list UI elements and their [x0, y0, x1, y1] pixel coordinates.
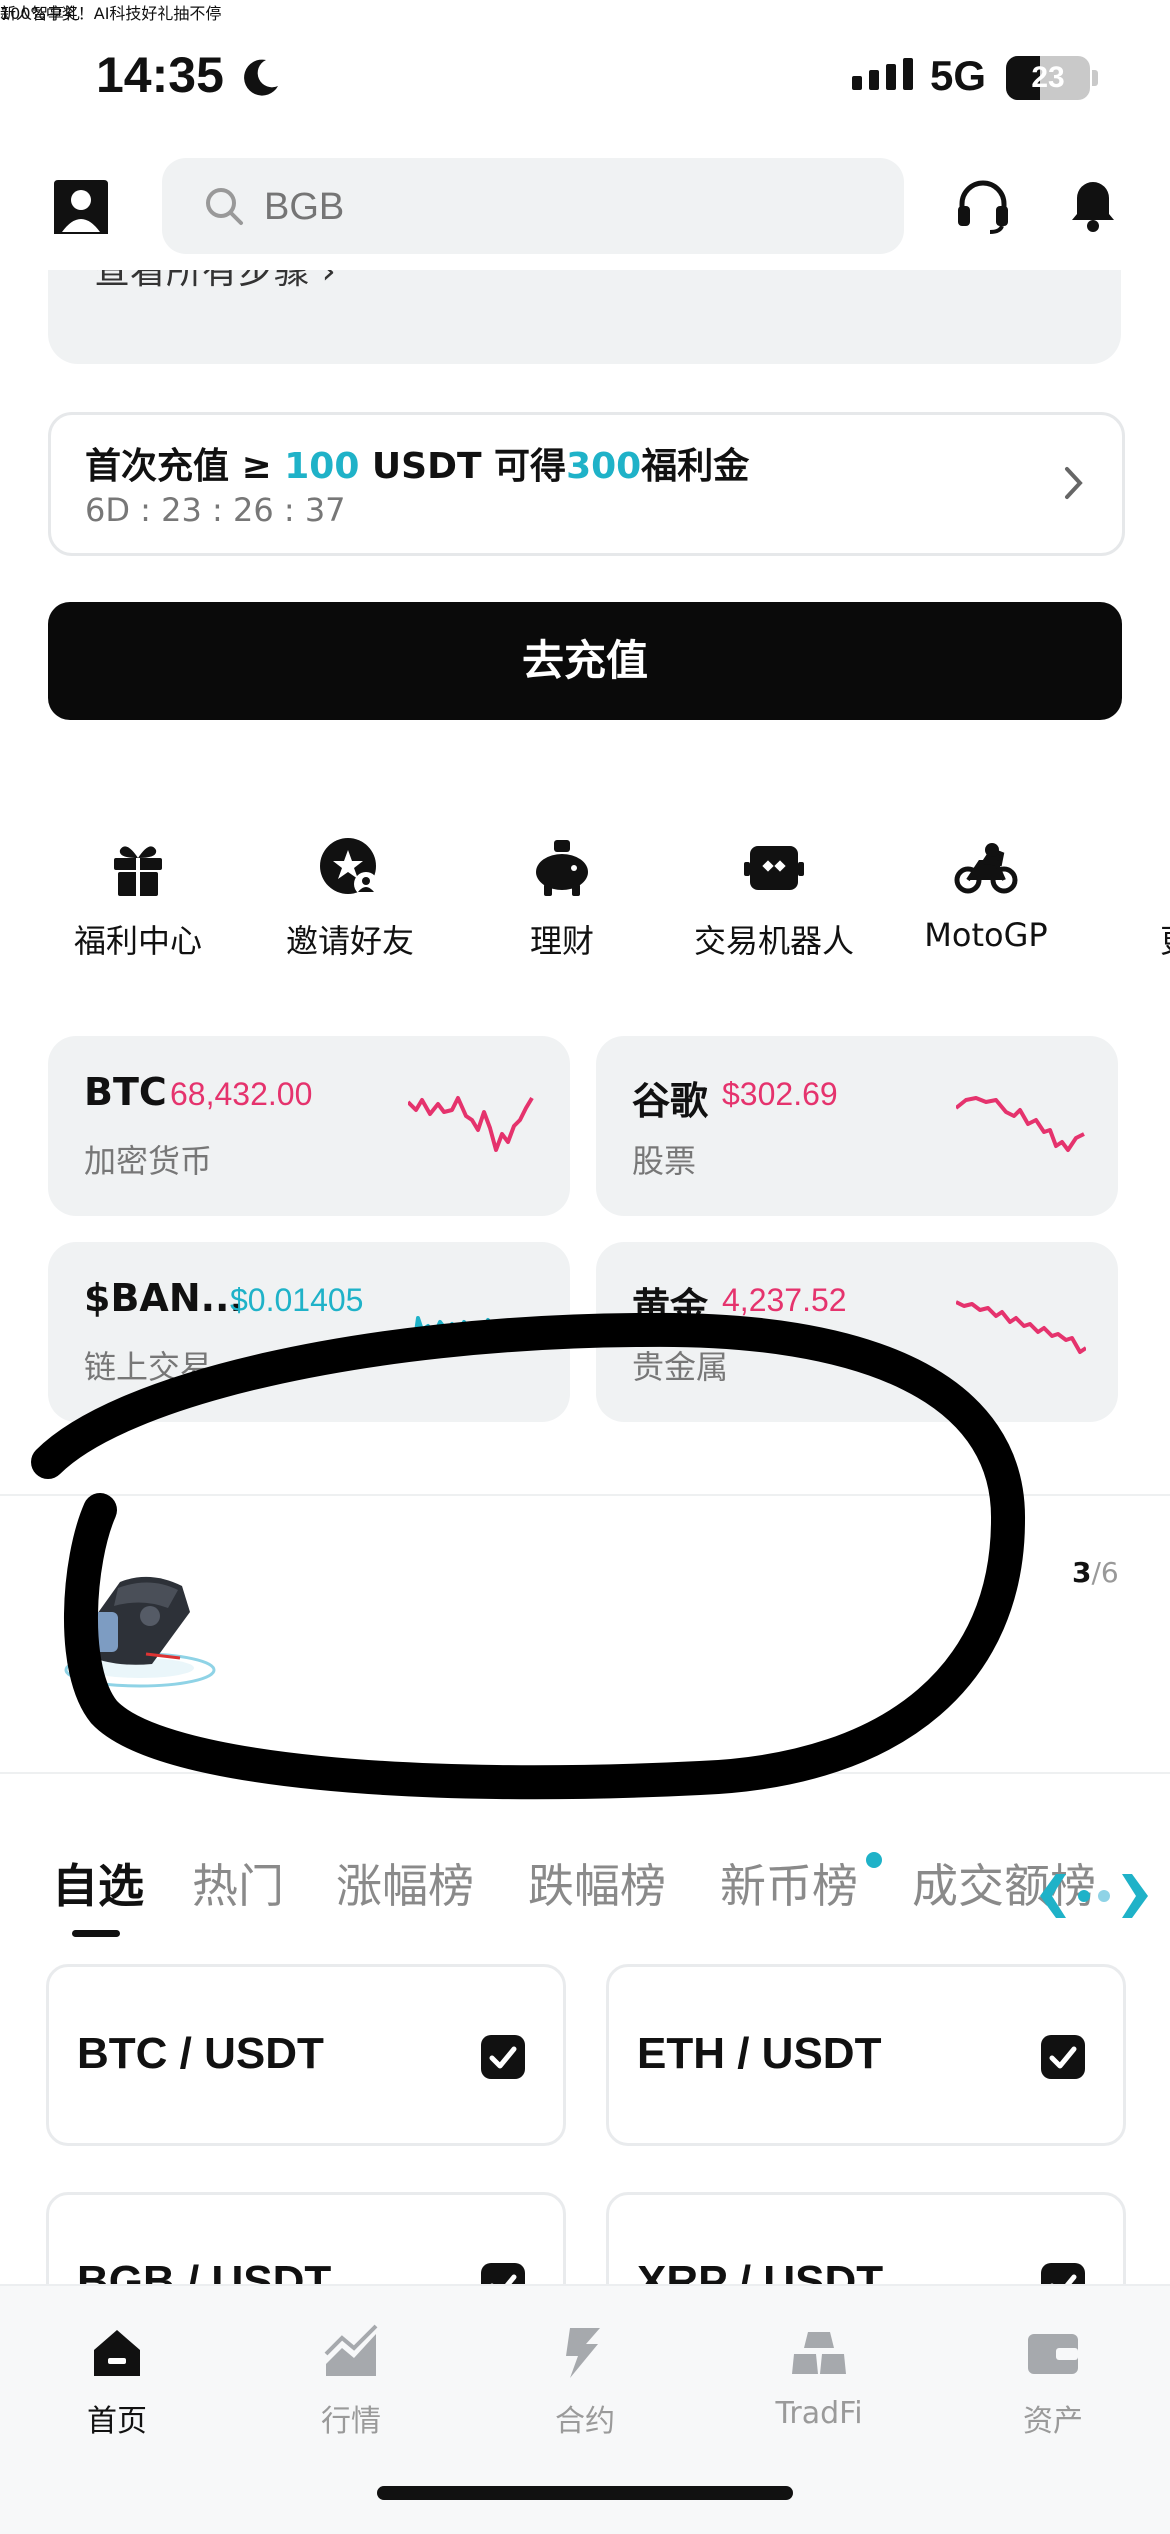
shortcut-label: MotoGP	[924, 916, 1048, 954]
shortcut-welfare-center[interactable]: 福利中心	[28, 836, 248, 962]
market-card-btc[interactable]: BTC 68,432.00 加密货币	[48, 1036, 570, 1216]
deposit-countdown: 6D : 23 : 26 : 37	[85, 491, 346, 529]
nav-tradfi[interactable]: TradFi	[702, 2324, 936, 2431]
battery-level: 23	[1031, 61, 1065, 94]
market-card-gold[interactable]: 黄金 4,237.52 贵金属	[596, 1242, 1118, 1422]
tab-gainers[interactable]: 涨幅榜	[336, 1850, 474, 1916]
active-tab-underline	[72, 1930, 120, 1937]
tradfi-icon	[792, 2332, 846, 2374]
motorcycle-icon	[954, 843, 1018, 894]
asset-category: 股票	[632, 1142, 697, 1180]
shortcut-trading-bot[interactable]: 交易机器人	[664, 836, 884, 962]
futures-icon	[566, 2328, 600, 2378]
asset-name: 谷歌	[632, 1079, 709, 1123]
nav-label: TradFi	[775, 2396, 863, 2431]
shortcut-invite-friends[interactable]: 邀请好友	[240, 836, 460, 962]
nav-home[interactable]: 首页	[0, 2324, 234, 2440]
robot-icon	[744, 846, 804, 890]
shortcut-label: 交易机器人	[693, 922, 854, 960]
tab-hot[interactable]: 热门	[192, 1850, 284, 1916]
search-icon	[206, 188, 243, 225]
shortcut-motogp[interactable]: MotoGP	[876, 836, 1096, 954]
status-time: 14:35	[96, 47, 224, 103]
chevron-right-icon	[1065, 467, 1083, 499]
notification-bell-icon[interactable]	[1068, 176, 1118, 234]
shortcut-label: 邀请好友	[285, 922, 414, 960]
battery-tip	[1092, 70, 1098, 86]
sparkline	[408, 1096, 534, 1152]
first-deposit-banner[interactable]: 首次充值 ≥ 100 USDT 可得300福利金 6D : 23 : 26 : …	[48, 412, 1125, 556]
shortcut-label: 更	[1160, 916, 1170, 962]
tab-losers[interactable]: 跌幅榜	[528, 1850, 666, 1916]
customer-service-headset-icon[interactable]	[954, 176, 1012, 234]
asset-price: $302.69	[722, 1076, 838, 1112]
market-chart-icon	[324, 2324, 378, 2376]
go-deposit-button[interactable]: 去充值	[48, 602, 1122, 720]
asset-name: 黄金	[632, 1285, 709, 1329]
sparkline	[956, 1300, 1086, 1354]
checkbox-checked-icon[interactable]	[1041, 2035, 1085, 2079]
shortcut-label: 理财	[529, 922, 594, 960]
asset-price: 4,237.52	[722, 1282, 847, 1318]
battery-icon: 23	[1006, 56, 1090, 100]
sparkline	[408, 1316, 538, 1358]
invite-icon	[320, 838, 378, 896]
market-card-ban[interactable]: $BAN... $0.01405 链上交易	[48, 1242, 570, 1422]
nav-futures[interactable]: 合约	[468, 2324, 702, 2440]
asset-price: $0.01405	[230, 1282, 364, 1318]
nav-market[interactable]: 行情	[234, 2324, 468, 2440]
tab-favorites[interactable]: 自选	[52, 1850, 144, 1916]
pair-label: ETH / USDT	[637, 2029, 882, 2078]
cellular-signal-icon	[852, 58, 913, 90]
new-badge-dot	[866, 1852, 882, 1868]
gift-icon	[114, 846, 162, 896]
asset-category: 贵金属	[632, 1348, 729, 1386]
nav-label: 合约	[555, 2404, 615, 2439]
deposit-offer-text: 首次充值 ≥ 100 USDT 可得300福利金	[85, 446, 750, 487]
shortcut-more[interactable]: 更	[1088, 836, 1170, 962]
nav-label: 资产	[1023, 2404, 1083, 2439]
pair-card-btc-usdt[interactable]: BTC / USDT	[46, 1964, 566, 2146]
asset-price: 68,432.00	[170, 1076, 313, 1112]
divider	[0, 1772, 1170, 1774]
pair-label: BTC / USDT	[77, 2029, 324, 2078]
asset-category: 链上交易	[84, 1348, 213, 1386]
home-icon	[94, 2330, 140, 2376]
promo-title: 100%中奖！AI科技好礼抽不停	[0, 4, 222, 23]
asset-category: 加密货币	[84, 1142, 213, 1180]
tab-scroll-arrows-icon[interactable]	[1036, 1866, 1152, 1926]
checkbox-checked-icon[interactable]	[481, 2035, 525, 2079]
nav-label: 行情	[321, 2404, 381, 2439]
avatar-icon[interactable]	[50, 176, 112, 238]
network-type: 5G	[930, 52, 987, 99]
wallet-icon	[1028, 2334, 1078, 2374]
shortcut-label: 福利中心	[73, 922, 202, 960]
nav-assets[interactable]: 资产	[936, 2324, 1170, 2440]
asset-name: $BAN...	[84, 1276, 244, 1320]
nav-label: 首页	[87, 2404, 147, 2439]
home-indicator	[377, 2486, 793, 2500]
search-bar[interactable]	[162, 158, 904, 254]
asset-name: BTC	[84, 1070, 167, 1114]
robot-vacuum-image	[64, 1576, 216, 1688]
market-card-google[interactable]: 谷歌 $302.69 股票	[596, 1036, 1118, 1216]
do-not-disturb-moon-icon	[244, 59, 278, 96]
promo-pager: 3/6	[1072, 1556, 1119, 1589]
piggy-bank-icon	[536, 840, 588, 896]
search-input[interactable]	[262, 176, 866, 238]
sparkline	[956, 1096, 1085, 1152]
tab-new-listings[interactable]: 新币榜	[720, 1850, 858, 1916]
pair-card-eth-usdt[interactable]: ETH / USDT	[606, 1964, 1126, 2146]
shortcut-wealth[interactable]: 理财	[452, 836, 672, 962]
